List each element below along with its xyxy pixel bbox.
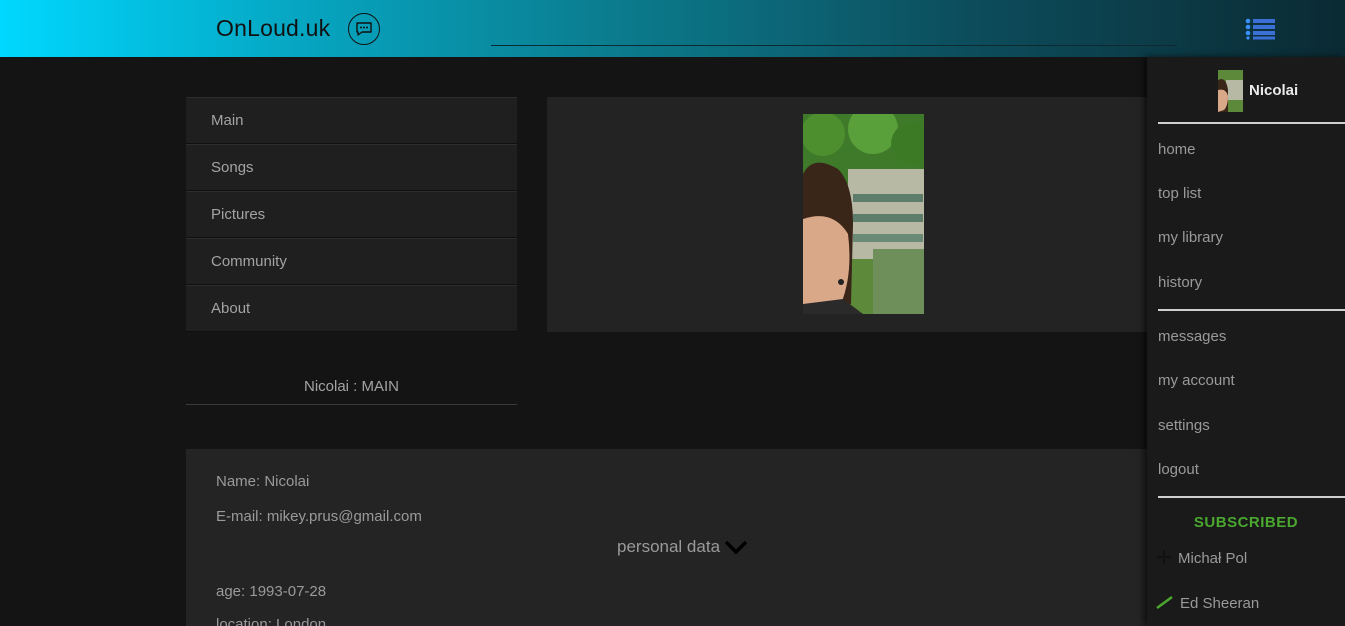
- side-menu-top-list[interactable]: top list: [1158, 185, 1201, 202]
- subscribed-heading: SUBSCRIBED: [1193, 514, 1299, 531]
- top-bar: OnLoud.uk: [0, 0, 1345, 57]
- name-line: Name: Nicolai: [216, 473, 310, 490]
- side-username: Nicolai: [1249, 82, 1299, 99]
- nav-item-about[interactable]: About: [186, 285, 517, 332]
- email-line: E-mail: mikey.prus@gmail.com: [216, 508, 422, 525]
- personal-data-label: personal data: [617, 537, 721, 556]
- check-slash-icon: [1156, 595, 1173, 610]
- list-icon[interactable]: [1245, 18, 1276, 40]
- chat-bubble-icon[interactable]: [348, 13, 380, 45]
- nav-item-community[interactable]: Community: [186, 238, 517, 285]
- side-menu-settings[interactable]: settings: [1158, 417, 1210, 434]
- avatar: [1218, 70, 1243, 112]
- personal-data-toggle[interactable]: personal data: [617, 537, 748, 557]
- side-menu-history[interactable]: history: [1158, 274, 1202, 291]
- side-menu-logout[interactable]: logout: [1158, 461, 1199, 478]
- divider: [1158, 122, 1345, 124]
- profile-photo-panel: [547, 97, 1147, 332]
- subscription-item[interactable]: Michał Pol: [1156, 549, 1247, 567]
- profile-section-title: Nicolai : MAIN: [186, 378, 517, 405]
- plus-icon: [1157, 550, 1171, 564]
- personal-info-panel: Name: Nicolai E-mail: mikey.prus@gmail.c…: [186, 449, 1147, 626]
- profile-nav: Main Songs Pictures Community About: [186, 97, 517, 332]
- subscription-name: Ed Sheeran: [1180, 595, 1260, 612]
- side-menu-home[interactable]: home: [1158, 141, 1196, 158]
- nav-item-main[interactable]: Main: [186, 97, 517, 144]
- nav-item-songs[interactable]: Songs: [186, 144, 517, 191]
- side-menu-my-account[interactable]: my account: [1158, 372, 1235, 389]
- nav-item-pictures[interactable]: Pictures: [186, 191, 517, 238]
- side-menu-my-library[interactable]: my library: [1158, 229, 1223, 246]
- divider: [1158, 309, 1345, 311]
- subscription-item[interactable]: Ed Sheeran: [1156, 594, 1259, 612]
- age-line: age: 1993-07-28: [216, 583, 327, 600]
- chevron-down-icon: [724, 540, 748, 555]
- subscription-name: Michał Pol: [1178, 550, 1248, 567]
- side-menu-messages[interactable]: messages: [1158, 328, 1226, 345]
- location-line: location: London: [216, 616, 327, 626]
- profile-photo[interactable]: [803, 114, 924, 314]
- site-logo[interactable]: OnLoud.uk: [216, 15, 330, 42]
- divider: [1158, 496, 1345, 498]
- user-side-panel: Nicolai home top list my library history…: [1147, 57, 1345, 626]
- search-underline[interactable]: [491, 45, 1177, 46]
